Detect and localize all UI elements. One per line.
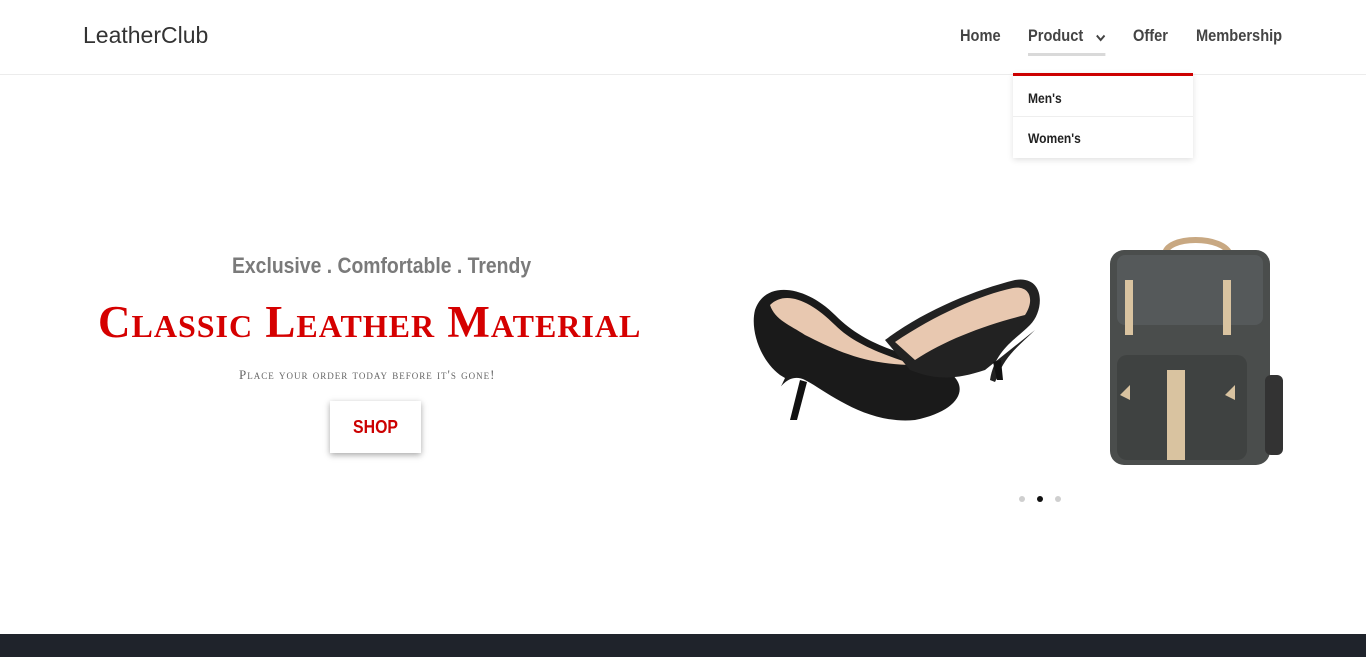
nav-home[interactable]: Home (960, 26, 1001, 46)
product-dropdown: Men's Women's (1013, 73, 1193, 158)
navbar: LeatherClub Home Product Offer Membershi… (0, 0, 1366, 75)
chevron-down-icon (1096, 27, 1106, 47)
hero-subline: Place your order today before it's gone! (239, 367, 496, 382)
nav-product-label: Product (1028, 26, 1084, 45)
hero-headline: Classic Leather Material (98, 297, 642, 347)
backpack-image (1110, 237, 1283, 465)
carousel-dot[interactable] (1019, 496, 1025, 502)
dropdown-item-womens[interactable]: Women's (1028, 130, 1081, 146)
nav-offer[interactable]: Offer (1133, 26, 1168, 46)
shop-button-label: SHOP (353, 416, 398, 437)
dropdown-item-mens[interactable]: Men's (1028, 90, 1062, 106)
shoes-image (753, 279, 1040, 421)
next-section-band (0, 634, 1366, 657)
nav-membership[interactable]: Membership (1196, 26, 1282, 46)
nav-product[interactable]: Product (1028, 26, 1106, 56)
dropdown-divider (1013, 116, 1193, 117)
brand-logo[interactable]: LeatherClub (83, 22, 208, 49)
hero-tagline: Exclusive . Comfortable . Trendy (232, 253, 532, 278)
shop-button[interactable]: SHOP (330, 401, 421, 453)
carousel-dot-active[interactable] (1037, 496, 1043, 502)
carousel-dot[interactable] (1055, 496, 1061, 502)
